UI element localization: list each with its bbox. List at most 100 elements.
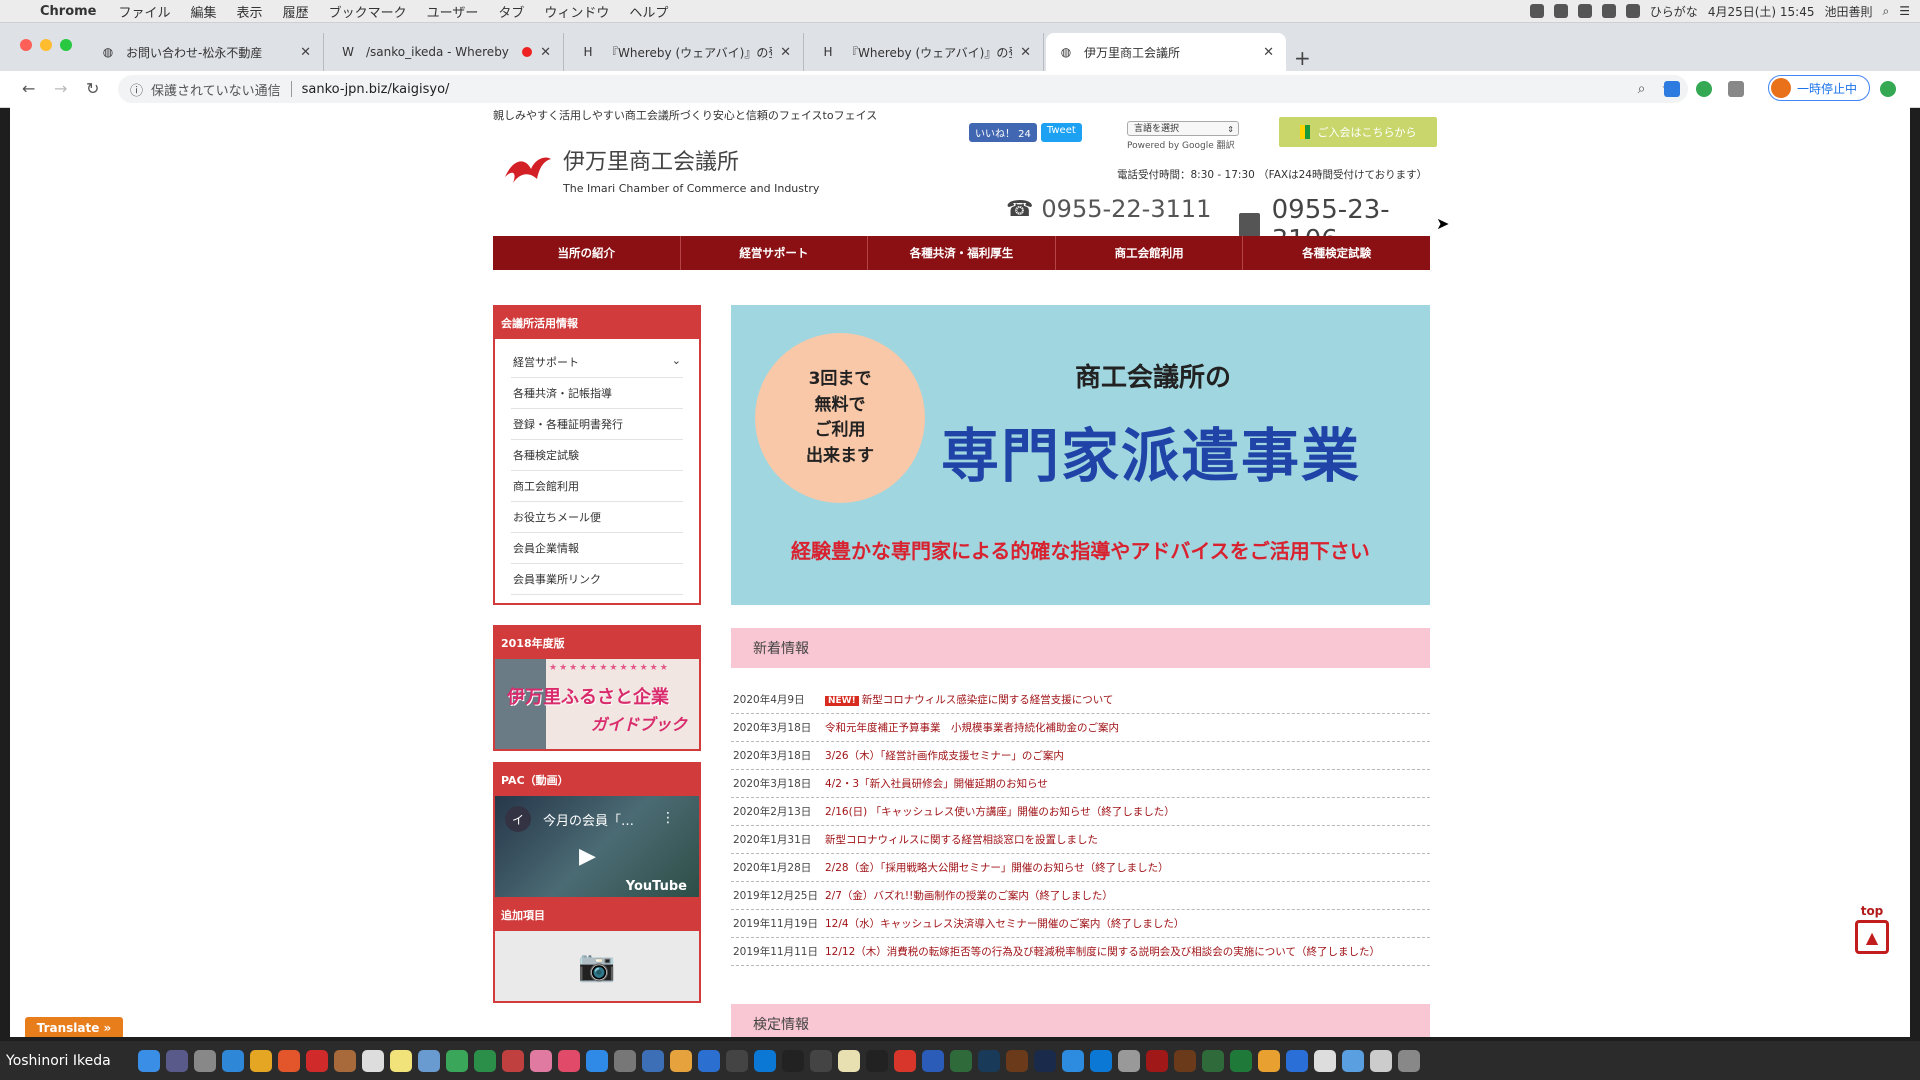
zoom-icon[interactable]: ⌕ bbox=[1638, 81, 1646, 97]
news-item[interactable]: 2020年1月28日 2/28（金）「採用戦略大公開セミナー」開催のお知らせ（終了… bbox=[731, 854, 1430, 882]
app-icon[interactable] bbox=[642, 1049, 664, 1072]
finder-icon[interactable] bbox=[138, 1049, 160, 1072]
menu-tab[interactable]: タブ bbox=[498, 2, 524, 21]
menubar-app-name[interactable]: Chrome bbox=[40, 4, 97, 19]
muse-icon[interactable] bbox=[866, 1049, 888, 1072]
browser-tab-active[interactable]: ◍ 伊万里商工会議所 ✕ bbox=[1046, 33, 1286, 71]
extension-icon[interactable] bbox=[1664, 81, 1680, 97]
news-item[interactable]: 2020年3月18日 3/26（木）「経営計画作成支援セミナー」のご案内 bbox=[731, 742, 1430, 770]
news-title[interactable]: 12/4（水）キャッシュレス決済導入セミナー開催のご案内（終了しました） bbox=[825, 916, 1184, 931]
play-icon[interactable]: ▶ bbox=[579, 844, 596, 869]
menu-file[interactable]: ファイル bbox=[119, 2, 171, 21]
sidebar-item-mutual-aid[interactable]: 各種共済・記帳指導 bbox=[511, 378, 683, 409]
menu-history[interactable]: 履歴 bbox=[283, 2, 309, 21]
tweet-button[interactable]: Tweet bbox=[1040, 123, 1082, 142]
calendar-icon[interactable] bbox=[362, 1049, 384, 1072]
nav-about[interactable]: 当所の紹介 bbox=[493, 236, 681, 270]
messages-icon[interactable] bbox=[446, 1049, 468, 1072]
news-item[interactable]: 2020年2月13日 2/16(日) 「キャッシュレス使い方講座」開催のお知らせ（… bbox=[731, 798, 1430, 826]
news-item[interactable]: 2020年4月9日 NEW! 新型コロナウィルス感染症に関する経営支援について bbox=[731, 686, 1430, 714]
security-status[interactable]: 保護されていない通信 bbox=[151, 80, 281, 99]
news-title[interactable]: 3/26（木）「経営計画作成支援セミナー」のご案内 bbox=[825, 748, 1064, 763]
dropbox-icon[interactable] bbox=[1553, 4, 1568, 18]
music-icon[interactable] bbox=[558, 1049, 580, 1072]
news-title[interactable]: 2/7（金）バズれ!!動画制作の授業のご案内（終了しました） bbox=[825, 888, 1113, 903]
browser-tab[interactable]: H 『Whereby (ウェアバイ)』の登録 ✕ bbox=[808, 33, 1044, 71]
menu-edit[interactable]: 編集 bbox=[191, 2, 217, 21]
browser-tab[interactable]: ◍ お問い合わせ-松永不動産 ✕ bbox=[88, 33, 324, 71]
app-icon[interactable] bbox=[334, 1049, 356, 1072]
youtube-video-embed[interactable]: イ 今月の会員「… ⋮ ▶ YouTube bbox=[495, 796, 699, 908]
menu-view[interactable]: 表示 bbox=[237, 2, 263, 21]
sidebar-item-member-links[interactable]: 会員事業所リンク bbox=[511, 564, 683, 595]
opera-icon[interactable] bbox=[306, 1049, 328, 1072]
close-tab-icon[interactable]: ✕ bbox=[540, 45, 551, 60]
skype-icon[interactable] bbox=[754, 1049, 776, 1072]
trash-icon[interactable] bbox=[1398, 1049, 1420, 1072]
info-icon[interactable]: ⓘ bbox=[130, 80, 143, 99]
app-icon[interactable] bbox=[418, 1049, 440, 1072]
news-item[interactable]: 2020年3月18日 4/2・3「新入社員研修会」開催延期のお知らせ bbox=[731, 770, 1430, 798]
tray-icon[interactable] bbox=[1577, 4, 1592, 18]
app-icon[interactable] bbox=[782, 1049, 804, 1072]
spotlight-icon[interactable]: ⌕ bbox=[1883, 4, 1890, 19]
app-icon[interactable] bbox=[194, 1049, 216, 1072]
nav-exams[interactable]: 各種検定試験 bbox=[1243, 236, 1430, 270]
close-tab-icon[interactable]: ✕ bbox=[1020, 45, 1031, 60]
folder-icon[interactable] bbox=[1342, 1049, 1364, 1072]
dreamweaver-icon[interactable] bbox=[950, 1049, 972, 1072]
news-item[interactable]: 2020年3月18日 令和元年度補正予算事業 小規模事業者持続化補助金のご案内 bbox=[731, 714, 1430, 742]
sidebar-item-member-info[interactable]: 会員企業情報 bbox=[511, 533, 683, 564]
news-title[interactable]: 2/16(日) 「キャッシュレス使い方講座」開催のお知らせ（終了しました） bbox=[825, 804, 1175, 819]
news-item[interactable]: 2019年12月25日 2/7（金）バズれ!!動画制作の授業のご案内（終了しました… bbox=[731, 882, 1430, 910]
sidebar-item-exams[interactable]: 各種検定試験 bbox=[511, 440, 683, 471]
chevron-down-icon[interactable]: ⌄ bbox=[672, 354, 681, 370]
windows-icon[interactable] bbox=[1090, 1049, 1112, 1072]
url-text[interactable]: sanko-jpn.biz/kaigisyo/ bbox=[302, 82, 450, 97]
zoom-window-button[interactable] bbox=[60, 39, 72, 51]
filezilla-icon[interactable] bbox=[894, 1049, 916, 1072]
menu-help[interactable]: ヘルプ bbox=[629, 2, 668, 21]
more-vert-icon[interactable]: ⋮ bbox=[661, 810, 675, 826]
expert-dispatch-banner[interactable]: 3回まで 無料で ご利用 出来ます 商工会議所の 専門家派遣事業 経験豊かな専門… bbox=[731, 305, 1430, 605]
firefox-icon[interactable] bbox=[278, 1049, 300, 1072]
photoshop-icon[interactable] bbox=[978, 1049, 1000, 1072]
news-title[interactable]: 新型コロナウィルス感染症に関する経営支援について bbox=[862, 694, 1114, 706]
illustrator-icon[interactable] bbox=[1006, 1049, 1028, 1072]
back-arrow-icon[interactable]: ← bbox=[22, 79, 35, 98]
app-store-icon[interactable] bbox=[586, 1049, 608, 1072]
tray-icon[interactable] bbox=[1529, 4, 1544, 18]
app-icon[interactable] bbox=[838, 1049, 860, 1072]
app-icon[interactable] bbox=[726, 1049, 748, 1072]
menubar-user[interactable]: 池田善則 bbox=[1824, 3, 1872, 20]
safari-icon[interactable] bbox=[222, 1049, 244, 1072]
news-item[interactable]: 2019年11月19日 12/4（水）キャッシュレス決済導入セミナー開催のご案内（… bbox=[731, 910, 1430, 938]
app-icon[interactable] bbox=[698, 1049, 720, 1072]
news-item[interactable]: 2020年1月31日 新型コロナウィルスに関する経営相談窓口を設置しました bbox=[731, 826, 1430, 854]
dropbox-icon[interactable] bbox=[1728, 81, 1744, 97]
profile-paused-button[interactable]: 一時停止中 bbox=[1768, 75, 1870, 101]
launchpad-icon[interactable] bbox=[166, 1049, 188, 1072]
amazon-music-icon[interactable] bbox=[1034, 1049, 1056, 1072]
translate-button[interactable]: Translate » bbox=[25, 1017, 123, 1037]
youtube-logo[interactable]: YouTube bbox=[626, 879, 687, 894]
browser-tab[interactable]: H 『Whereby (ウェアバイ)』の登録 ✕ bbox=[568, 33, 804, 71]
sidebar-item-management-support[interactable]: 経営サポート ⌄ bbox=[511, 347, 683, 378]
chrome-icon[interactable] bbox=[250, 1049, 272, 1072]
news-title[interactable]: 令和元年度補正予算事業 小規模事業者持続化補助金のご案内 bbox=[825, 720, 1119, 735]
acrobat-icon[interactable] bbox=[1146, 1049, 1168, 1072]
notes-icon[interactable] bbox=[390, 1049, 412, 1072]
illustrator-icon[interactable] bbox=[1174, 1049, 1196, 1072]
app-icon[interactable] bbox=[810, 1049, 832, 1072]
dreamweaver-icon[interactable] bbox=[1202, 1049, 1224, 1072]
maps-pin-icon[interactable] bbox=[1696, 81, 1712, 97]
language-select[interactable]: 言語を選択 bbox=[1127, 121, 1239, 137]
close-tab-icon[interactable]: ✕ bbox=[780, 45, 791, 60]
video-title[interactable]: 今月の会員「… bbox=[543, 810, 634, 829]
zoom-app-icon[interactable] bbox=[1062, 1049, 1084, 1072]
news-title[interactable]: 新型コロナウィルスに関する経営相談窓口を設置しました bbox=[825, 832, 1098, 847]
site-name[interactable]: 伊万里商工会議所 bbox=[563, 144, 739, 176]
app-icon[interactable] bbox=[502, 1049, 524, 1072]
forward-arrow-icon[interactable]: → bbox=[54, 79, 67, 98]
battery-icon[interactable] bbox=[1625, 4, 1640, 18]
